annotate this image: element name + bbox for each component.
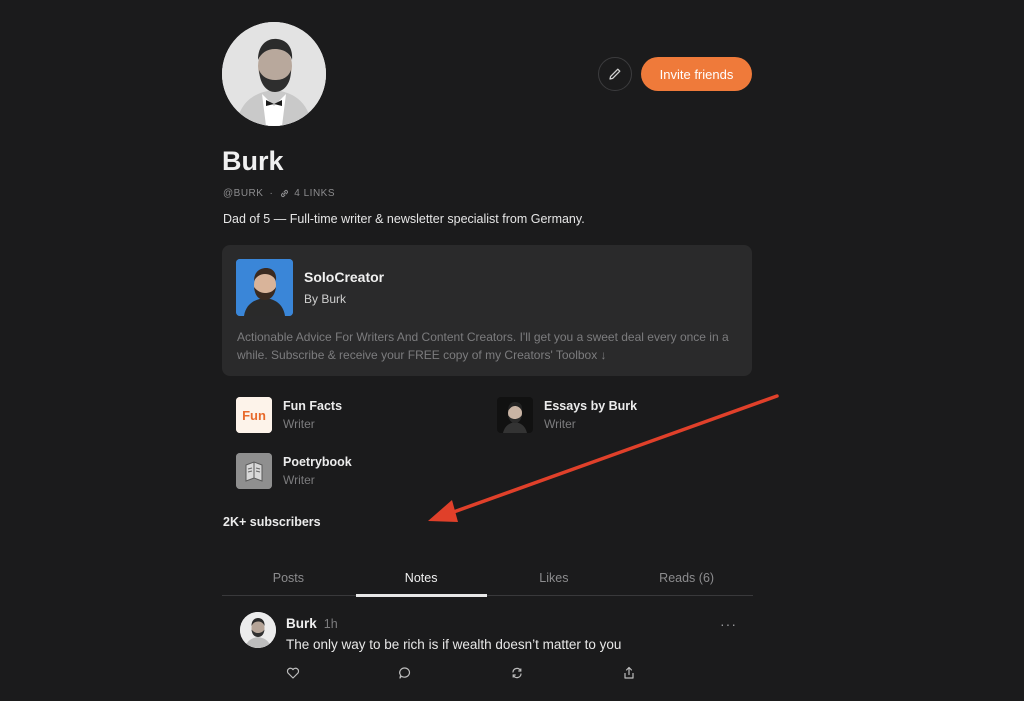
note-timestamp: 1h (323, 617, 338, 631)
essays-logo (497, 397, 533, 433)
tab-likes[interactable]: Likes (488, 566, 621, 595)
more-options-icon[interactable]: ··· (720, 616, 737, 632)
tab-posts[interactable]: Posts (222, 566, 355, 595)
role-item-essays-by-burk[interactable]: Essays by Burk Writer (497, 397, 637, 433)
like-button[interactable] (284, 664, 302, 682)
avatar-photo (222, 22, 326, 126)
publication-description: Actionable Advice For Writers And Conten… (237, 330, 729, 362)
publication-author: By Burk (304, 292, 347, 306)
tab-notes[interactable]: Notes (355, 566, 488, 597)
note-author-avatar[interactable] (240, 612, 276, 648)
profile-name: Burk (222, 146, 284, 176)
fun-facts-logo: Fun (236, 397, 272, 433)
restack-icon (512, 667, 522, 679)
pencil-icon (609, 68, 621, 80)
profile-bio: Dad of 5 — Full-time writer & newsletter… (223, 212, 585, 226)
profile-handle[interactable]: @BURK (223, 188, 263, 199)
role-name: Essays by Burk (544, 399, 638, 413)
publication-title[interactable]: SoloCreator (304, 269, 384, 285)
invite-friends-button[interactable]: Invite friends (641, 57, 752, 91)
poetrybook-logo (236, 453, 272, 489)
meta-separator: · (269, 188, 274, 199)
role-label: Writer (544, 417, 576, 431)
role-name: Poetrybook (283, 455, 352, 469)
note-header: Burk 1h (286, 616, 338, 631)
reply-button[interactable] (396, 664, 414, 682)
role-item-fun-facts[interactable]: Fun Fun Facts Writer (236, 397, 342, 433)
publication-logo[interactable] (236, 259, 293, 316)
note-author[interactable]: Burk (286, 616, 317, 631)
heart-icon (286, 667, 300, 679)
profile-links-label: 4 LINKS (294, 188, 336, 199)
profile-links-button[interactable]: 4 LINKS (279, 188, 335, 199)
note-text: The only way to be rich is if wealth doe… (286, 637, 622, 652)
edit-profile-button[interactable] (598, 57, 632, 91)
profile-meta: @BURK · 4 LINKS (223, 188, 335, 199)
fun-logo-text: Fun (242, 408, 266, 423)
comment-icon (399, 667, 411, 679)
role-label: Writer (283, 473, 315, 487)
link-icon (281, 189, 289, 198)
profile-tabs: Posts Notes Likes Reads (6) (222, 566, 753, 597)
profile-avatar[interactable] (222, 22, 326, 126)
restack-button[interactable] (508, 664, 526, 682)
subscriber-count[interactable]: 2K+ subscribers (223, 515, 321, 529)
tab-reads[interactable]: Reads (6) (620, 566, 753, 595)
publication-logo-image (236, 259, 293, 316)
role-label: Writer (283, 417, 315, 431)
role-item-poetrybook[interactable]: Poetrybook Writer (236, 453, 352, 489)
share-icon (624, 666, 634, 679)
role-name: Fun Facts (283, 399, 343, 413)
share-button[interactable] (620, 664, 638, 682)
